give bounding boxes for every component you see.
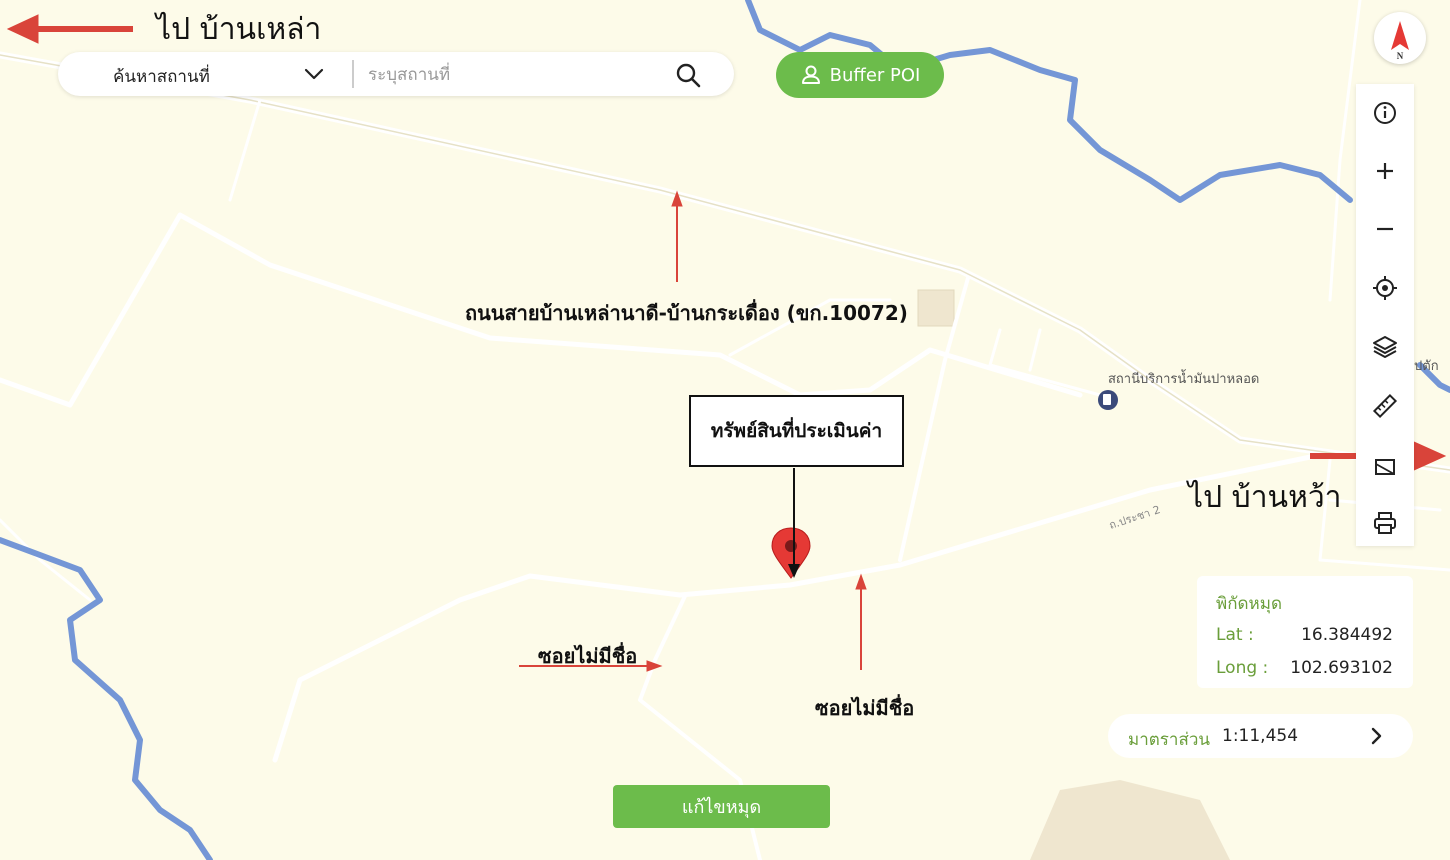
user-pin-icon xyxy=(801,65,820,84)
poi-label-gas-station: สถานีบริการน้ำมันปาหลอด xyxy=(1108,372,1260,387)
layers-icon xyxy=(1373,336,1397,358)
chevron-down-icon[interactable] xyxy=(302,63,326,85)
search-divider xyxy=(352,60,354,88)
compass-north-icon: N xyxy=(1391,21,1409,61)
coordinates-panel: พิกัดหมุด Lat : 16.384492 Long : 102.693… xyxy=(1197,576,1413,688)
scale-label: มาตราส่วน xyxy=(1128,730,1211,750)
building-block xyxy=(1030,780,1230,860)
minor-road xyxy=(1028,328,1042,372)
arrow-to-left-head xyxy=(6,14,39,44)
print-icon xyxy=(1374,512,1396,534)
compass-north-label: N xyxy=(1397,51,1404,61)
zoom-out-button[interactable] xyxy=(1356,204,1414,254)
area-icon xyxy=(1375,459,1395,475)
search-bar: ค้นหาสถานที่ xyxy=(58,52,734,96)
compass-button[interactable]: N xyxy=(1374,12,1426,64)
zoom-in-icon xyxy=(1377,163,1393,179)
ruler-icon xyxy=(1372,393,1398,419)
annotation-property-box: ทรัพย์สินที่ประเมินค่า xyxy=(689,395,904,467)
buffer-poi-label: Buffer POI xyxy=(829,64,921,86)
zoom-out-icon xyxy=(1377,227,1393,231)
annotation-to-left: ไป บ้านเหล่า xyxy=(156,12,322,47)
long-value: 102.693102 xyxy=(1290,658,1393,678)
arrow-soi-bottom-head xyxy=(855,573,867,590)
annotation-soi-left: ซอยไม่มีชื่อ xyxy=(538,644,638,668)
info-button[interactable] xyxy=(1356,88,1414,138)
gas-station-icon[interactable] xyxy=(1098,390,1118,410)
edit-pin-button[interactable]: แก้ไขหมุด xyxy=(613,785,830,828)
buffer-poi-button[interactable]: Buffer POI xyxy=(776,52,944,98)
building-block xyxy=(917,289,955,327)
locate-button[interactable] xyxy=(1356,263,1414,313)
map-toolbar xyxy=(1356,84,1414,546)
print-button[interactable] xyxy=(1356,498,1414,548)
scale-value: 1:11,454 xyxy=(1222,726,1299,746)
search-icon[interactable] xyxy=(674,61,702,89)
info-icon xyxy=(1374,102,1396,124)
search-input[interactable] xyxy=(366,58,670,92)
annotation-soi-bottom: ซอยไม่มีชื่อ xyxy=(815,696,915,720)
layers-button[interactable] xyxy=(1356,322,1414,372)
search-type-dropdown[interactable]: ค้นหาสถานที่ xyxy=(113,63,210,90)
annotation-to-right: ไป บ้านหว้า xyxy=(1188,480,1342,515)
ruler-button[interactable] xyxy=(1356,381,1414,431)
minor-road xyxy=(228,98,262,202)
lat-value: 16.384492 xyxy=(1301,625,1393,645)
long-label: Long : xyxy=(1216,658,1269,678)
poi-label-partial: ปตัก xyxy=(1414,359,1439,374)
chevron-right-icon[interactable] xyxy=(1364,724,1388,748)
draw-area-button[interactable] xyxy=(1356,440,1414,490)
scale-panel[interactable]: มาตราส่วน 1:11,454 xyxy=(1108,714,1413,758)
annotation-main-road: ถนนสายบ้านเหล่านาดี-บ้านกระเดื่อง (ขก.10… xyxy=(465,301,908,325)
coordinates-title: พิกัดหมุด xyxy=(1216,594,1282,614)
lat-label: Lat : xyxy=(1216,625,1254,645)
locate-icon xyxy=(1373,276,1397,300)
annotation-arrows xyxy=(6,14,1447,672)
zoom-in-button[interactable] xyxy=(1356,146,1414,196)
